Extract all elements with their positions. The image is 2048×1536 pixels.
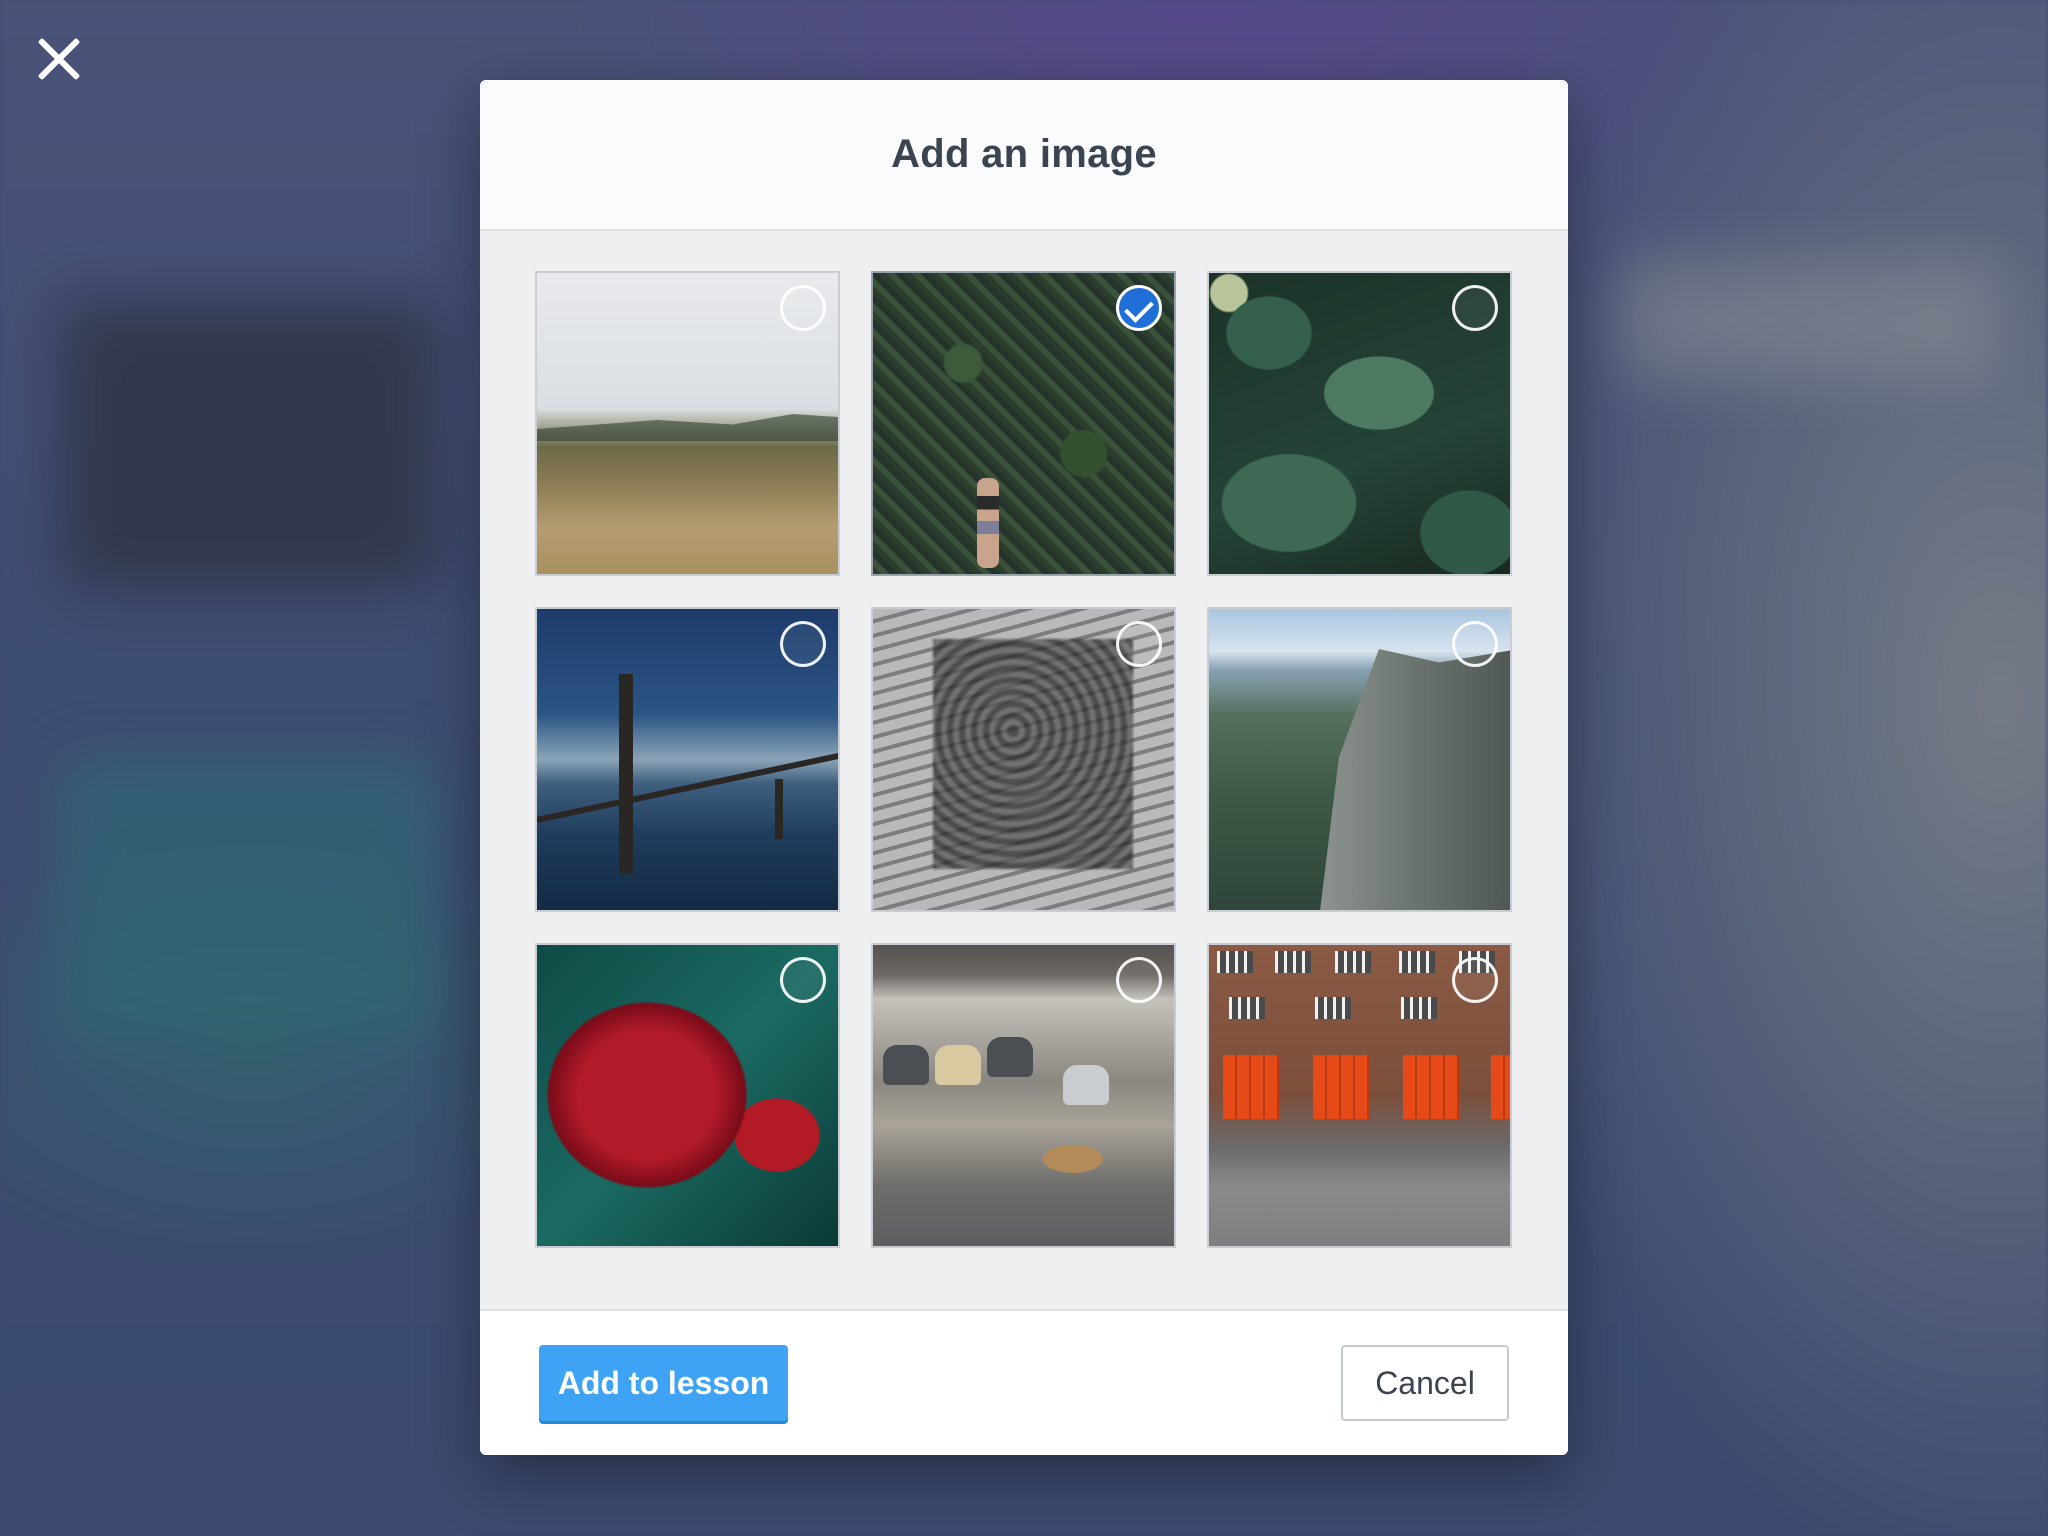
select-radio[interactable] [1452, 621, 1498, 667]
add-to-lesson-button[interactable]: Add to lesson [539, 1345, 788, 1421]
checkmark-icon[interactable] [1116, 285, 1162, 331]
image-tile-grassland[interactable] [535, 271, 840, 576]
select-radio[interactable] [780, 621, 826, 667]
select-radio[interactable] [1452, 957, 1498, 1003]
image-tile-yosemite[interactable] [1207, 607, 1512, 912]
image-tile-flower[interactable] [535, 943, 840, 1248]
image-tile-crowd[interactable] [871, 607, 1176, 912]
image-grid-container [480, 231, 1568, 1309]
select-radio[interactable] [1116, 621, 1162, 667]
dialog-title: Add an image [891, 132, 1157, 176]
image-tile-bridge[interactable] [535, 607, 840, 912]
blurred-card [60, 760, 440, 1040]
image-tile-leaves[interactable] [1207, 271, 1512, 576]
image-grid [535, 271, 1514, 1248]
image-tile-ivy-wall[interactable] [871, 271, 1176, 576]
dialog-footer: Add to lesson Cancel [480, 1309, 1568, 1455]
blurred-card [1620, 260, 2000, 380]
image-tile-fire-station[interactable] [1207, 943, 1512, 1248]
dialog-header: Add an image [480, 80, 1568, 231]
cancel-button[interactable]: Cancel [1341, 1345, 1509, 1421]
select-radio[interactable] [1116, 957, 1162, 1003]
blurred-card [60, 300, 440, 590]
select-radio[interactable] [780, 285, 826, 331]
add-image-dialog: Add an image Add to lesson Cancel [480, 80, 1568, 1455]
select-radio[interactable] [1452, 285, 1498, 331]
select-radio[interactable] [780, 957, 826, 1003]
close-icon[interactable] [34, 34, 84, 84]
image-tile-office[interactable] [871, 943, 1176, 1248]
